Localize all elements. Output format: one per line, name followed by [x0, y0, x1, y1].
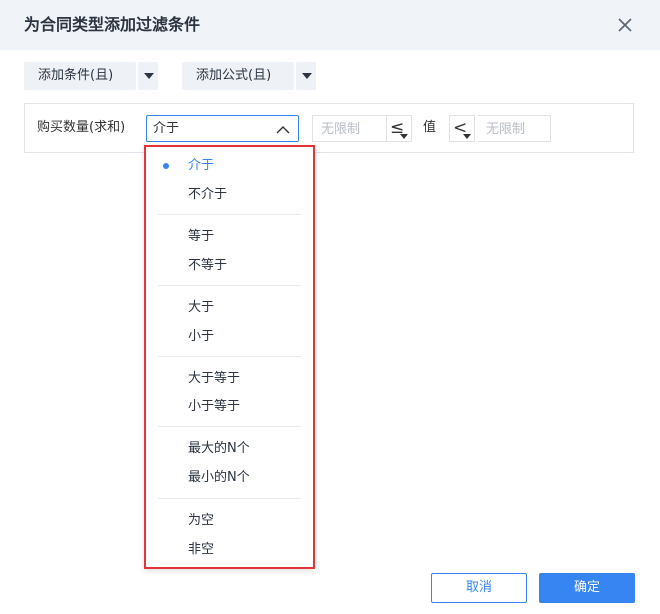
condition-row: 购买数量(求和) 介于 无限制 ≤ 值 < 无限制 [24, 103, 634, 153]
cancel-button[interactable]: 取消 [431, 573, 527, 603]
option-greater[interactable]: 大于 [146, 295, 313, 321]
field-label: 购买数量(求和) [37, 120, 126, 135]
menu-divider [158, 285, 301, 286]
max-compare-select[interactable]: < [449, 115, 475, 142]
ok-button[interactable]: 确定 [539, 573, 635, 603]
menu-divider [158, 214, 301, 215]
option-bottom-n[interactable]: 最小的N个 [146, 465, 313, 491]
option-label: 为空 [188, 513, 215, 528]
value-label: 值 [423, 120, 437, 135]
chevron-up-icon [276, 124, 290, 139]
option-label: 大于等于 [188, 371, 241, 386]
add-condition-label: 添加条件(且) [38, 68, 114, 83]
option-empty[interactable]: 为空 [146, 508, 313, 534]
selected-dot-icon [163, 163, 169, 169]
menu-divider [158, 426, 301, 427]
max-value-input[interactable]: 无限制 [478, 115, 551, 142]
add-condition-dropdown[interactable] [136, 62, 158, 90]
add-formula-button[interactable]: 添加公式(且) [182, 62, 316, 90]
option-between[interactable]: 介于 [146, 153, 313, 179]
caret-down-icon [463, 134, 471, 139]
caret-down-icon [144, 73, 154, 79]
caret-down-icon [400, 134, 408, 139]
option-label: 等于 [188, 229, 215, 244]
option-less-equal[interactable]: 小于等于 [146, 394, 313, 420]
option-not-empty[interactable]: 非空 [146, 537, 313, 563]
option-label: 不介于 [188, 187, 228, 202]
option-equal[interactable]: 等于 [146, 224, 313, 250]
dialog-header: 为合同类型添加过滤条件 [0, 0, 660, 50]
option-label: 大于 [188, 300, 215, 315]
option-not-equal[interactable]: 不等于 [146, 253, 313, 279]
add-formula-dropdown[interactable] [294, 62, 316, 90]
option-label: 最大的N个 [188, 441, 250, 456]
option-top-n[interactable]: 最大的N个 [146, 436, 313, 462]
option-label: 最小的N个 [188, 470, 250, 485]
min-value-input[interactable]: 无限制 [312, 115, 387, 142]
option-label: 小于等于 [188, 399, 241, 414]
option-label: 非空 [188, 542, 215, 557]
option-label: 不等于 [188, 258, 228, 273]
add-condition-button[interactable]: 添加条件(且) [24, 62, 158, 90]
operator-select[interactable]: 介于 [146, 115, 299, 142]
option-not-between[interactable]: 不介于 [146, 182, 313, 208]
option-label: 介于 [188, 158, 215, 173]
option-label: 小于 [188, 329, 215, 344]
option-greater-equal[interactable]: 大于等于 [146, 366, 313, 392]
menu-divider [158, 356, 301, 357]
min-compare-select[interactable]: ≤ [386, 115, 412, 142]
add-formula-label: 添加公式(且) [196, 68, 272, 83]
close-icon[interactable] [614, 14, 636, 36]
menu-divider [158, 498, 301, 499]
caret-down-icon [302, 73, 312, 79]
min-placeholder: 无限制 [321, 122, 361, 137]
dialog-title: 为合同类型添加过滤条件 [24, 15, 201, 34]
operator-dropdown-menu: 介于 不介于 等于 不等于 大于 小于 大于等于 小于等于 最大的N个 最小的N… [144, 145, 315, 569]
operator-value: 介于 [153, 121, 180, 136]
max-placeholder: 无限制 [486, 122, 526, 137]
option-less[interactable]: 小于 [146, 324, 313, 350]
filter-dialog: 为合同类型添加过滤条件 添加条件(且) 添加公式(且) 购买数量(求和) 介于 … [0, 0, 660, 614]
